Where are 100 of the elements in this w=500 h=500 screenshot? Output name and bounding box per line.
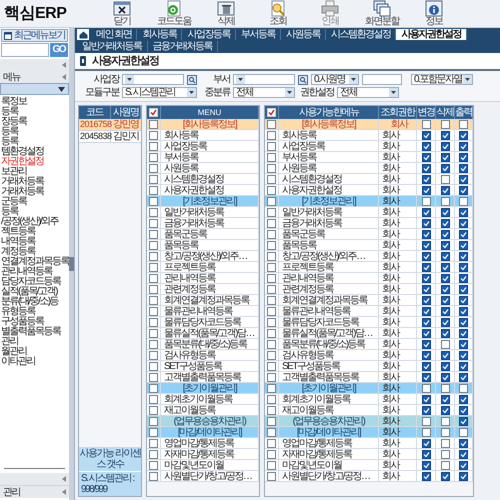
checkbox[interactable] [149,450,158,458]
toolbar-button[interactable]: 정보 [414,0,454,27]
checkbox[interactable] [422,274,430,282]
checkbox[interactable] [267,460,276,470]
checkbox[interactable] [459,240,468,250]
collapse-arrow-icon[interactable] [62,476,66,482]
sidebar-menu-item[interactable]: 구성품등록 [1,317,70,327]
sidebar-menu-item[interactable]: 록정보 [1,97,70,107]
sidebar-menu-item[interactable]: 거래처등록 [1,177,70,187]
checkbox[interactable] [459,340,468,348]
checkbox[interactable] [422,262,430,272]
checkbox[interactable] [267,450,276,458]
checkbox[interactable] [149,340,158,348]
checkbox[interactable] [422,460,430,470]
checkbox[interactable] [267,428,276,436]
checkbox[interactable] [440,372,450,382]
checkbox[interactable] [459,350,468,360]
checkbox[interactable] [267,130,276,140]
checkbox[interactable] [440,196,450,206]
checkbox[interactable] [267,174,276,184]
checkbox[interactable] [267,252,276,260]
checkbox[interactable] [422,406,430,414]
sidebar-menu-item[interactable]: 연결계정과목등록 [1,257,70,267]
checkbox[interactable] [459,328,468,338]
checkbox[interactable] [440,284,450,294]
checkbox[interactable] [440,152,450,162]
checkbox[interactable] [459,230,468,238]
checkbox[interactable] [267,306,276,316]
checkbox[interactable] [422,384,430,392]
checkbox[interactable] [267,296,276,304]
checkbox[interactable] [459,284,468,294]
checkbox[interactable] [149,230,158,238]
sidebar-menu-item[interactable]: 등록 [1,107,70,117]
sidebar-menu-item[interactable]: 관리 [1,337,70,347]
sidebar-menu-item[interactable]: 등록 [1,207,70,217]
sidebar-menu-item[interactable]: 실적(품목/고객) [1,287,70,297]
checkbox[interactable] [267,164,276,172]
checkbox[interactable] [149,328,158,338]
checkbox[interactable] [440,120,450,128]
checkbox[interactable] [459,450,468,458]
checkbox[interactable] [267,394,276,404]
employee-row[interactable]: 2016758 강민영 [79,119,141,131]
sidebar-menu-item[interactable]: 젝트등록 [1,227,70,237]
checkbox[interactable] [267,340,276,348]
sidebar-menu-item[interactable]: 장등록 [1,117,70,127]
checkbox[interactable] [267,196,276,206]
checkbox[interactable] [149,372,158,382]
checkbox[interactable] [440,340,450,348]
checkbox[interactable] [267,218,276,228]
checkbox[interactable] [149,218,158,228]
toolbar-button[interactable]: 닫기 [102,0,142,27]
checkbox[interactable] [440,328,450,338]
checkbox[interactable] [459,208,468,216]
checkbox[interactable] [440,274,450,282]
checkbox[interactable] [459,152,468,162]
checkbox[interactable] [459,120,468,128]
checkbox[interactable] [149,350,158,360]
checkbox[interactable] [149,120,158,128]
toolbar-button[interactable]: 삭제 [206,0,246,27]
checkbox[interactable] [422,416,430,426]
checkbox[interactable] [149,174,158,184]
checkbox[interactable] [422,196,430,206]
checkbox[interactable] [422,130,430,140]
checkbox[interactable] [422,394,430,404]
checkbox[interactable] [440,438,450,448]
checkbox[interactable] [267,350,276,360]
checkbox[interactable] [440,218,450,228]
checkbox[interactable] [440,318,450,326]
tab[interactable]: 일반거래처등록 [77,41,148,52]
checkbox[interactable] [267,472,276,480]
scrollbar[interactable] [69,28,74,500]
tab[interactable]: 메인 화면 [91,29,138,40]
checkbox[interactable] [440,142,450,150]
checkbox[interactable] [267,406,276,414]
checkbox[interactable] [459,318,468,326]
checkbox[interactable] [459,218,468,228]
checkbox[interactable] [440,296,450,304]
checkbox[interactable] [149,240,158,250]
checkbox[interactable] [459,472,468,480]
checkbox[interactable] [422,472,430,480]
tab[interactable]: 금융거래처등록 [148,41,218,52]
checkbox[interactable] [149,130,158,140]
sidebar-menu-item[interactable]: 담당자코드등록 [1,277,70,287]
checkbox[interactable] [459,174,468,184]
checkbox[interactable] [422,428,430,436]
checkbox[interactable] [149,362,158,370]
checkbox[interactable] [149,472,158,480]
checkbox[interactable] [422,340,430,348]
checkbox[interactable] [459,438,468,448]
checkbox[interactable] [440,174,450,184]
dropdown-field[interactable]: 전체 [337,87,399,98]
checkbox[interactable] [440,230,450,238]
checkbox[interactable] [149,284,158,294]
checkbox[interactable] [267,186,276,194]
checkbox[interactable] [149,460,158,470]
checkbox[interactable] [267,416,276,426]
checkbox[interactable] [149,318,158,326]
checkbox[interactable] [440,186,450,194]
checkbox[interactable] [440,394,450,404]
checkbox[interactable] [422,240,430,250]
